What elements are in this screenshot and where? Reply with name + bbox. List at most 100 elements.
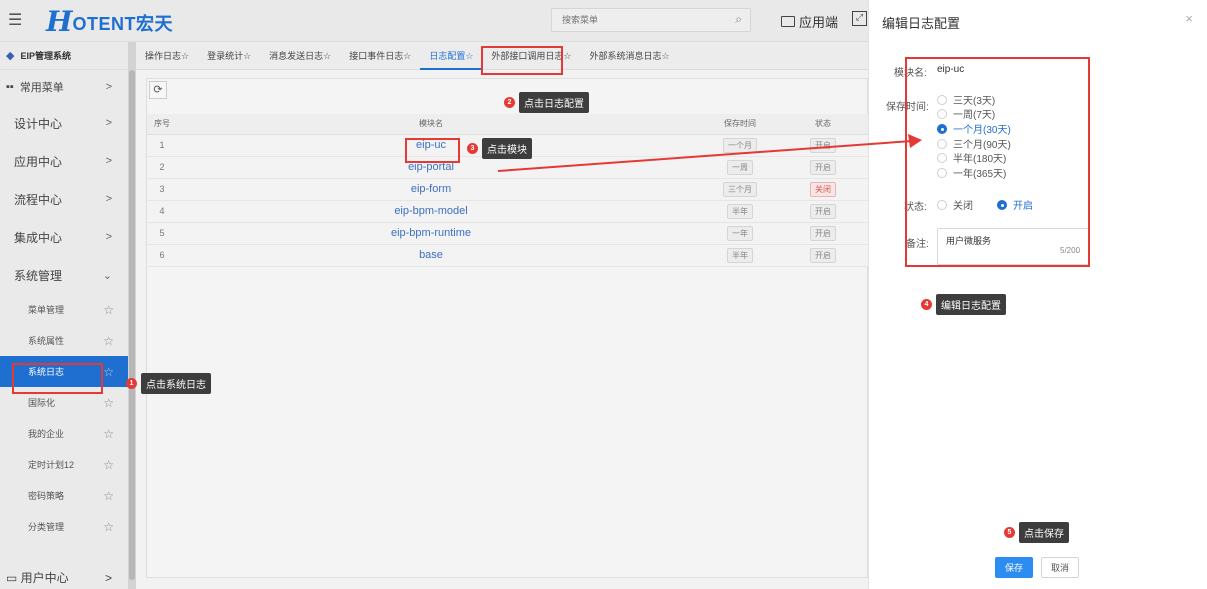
keep-tag: 一年 — [727, 225, 753, 241]
sidebar-scroll-thumb[interactable] — [129, 70, 135, 580]
star-icon[interactable]: ☆ — [103, 365, 114, 379]
keep-tag: 三个月 — [723, 181, 757, 197]
step-text: 点击模块 — [482, 138, 532, 159]
row-index: 3 — [147, 178, 177, 201]
sidebar-group-label: 用户中心 — [20, 571, 69, 585]
hamburger-icon[interactable]: ☰ — [8, 12, 26, 30]
column-header-extra — [851, 114, 868, 135]
table-row[interactable]: 6 base 半年 开启 — [147, 244, 868, 267]
sidebar-group-app[interactable]: 应用中心 > — [0, 142, 128, 180]
refresh-icon[interactable]: ⟳ — [149, 81, 167, 99]
highlight-edit-form — [905, 57, 1090, 267]
sidebar-item-schedule[interactable]: 定时计划12 ☆ — [0, 449, 128, 480]
status-badge: 开启 — [810, 203, 836, 219]
column-header-module: 模块名 — [177, 114, 685, 135]
common-menu-label: 常用菜单 — [19, 82, 64, 94]
sidebar-group-integration[interactable]: 集成中心 > — [0, 218, 128, 256]
menu-search[interactable]: ⌕ — [551, 8, 751, 32]
sidebar-group-label: 设计中心 — [14, 116, 63, 131]
grid-icon: ▪▪ — [6, 81, 14, 93]
sidebar-group-design[interactable]: 设计中心 > — [0, 104, 128, 142]
fullscreen-icon[interactable]: ⤢ — [852, 11, 867, 26]
monitor-icon — [781, 16, 795, 27]
chevron-down-icon: ⌄ — [102, 269, 112, 282]
keep-tag: 半年 — [727, 203, 753, 219]
tab-interface-event-log[interactable]: 接口事件日志☆ — [340, 42, 420, 70]
sidebar-item-label: 国际化 — [28, 398, 56, 408]
status-badge: 开启 — [810, 159, 836, 175]
column-header-keep: 保存时间 — [685, 114, 795, 135]
status-badge: 开启 — [810, 225, 836, 241]
sidebar-item-menu-manage[interactable]: 菜单管理 ☆ — [0, 294, 128, 325]
system-logo-icon: ◆ — [6, 50, 15, 62]
callout-step-1: 1 点击系统日志 — [126, 373, 211, 394]
star-icon[interactable]: ☆ — [103, 489, 114, 503]
tab-log-config[interactable]: 日志配置☆ — [420, 42, 483, 70]
star-icon[interactable]: ☆ — [103, 520, 114, 534]
table-row[interactable]: 3 eip-form 三个月 关闭 — [147, 178, 868, 201]
star-icon[interactable]: ☆ — [103, 396, 114, 410]
step-text: 点击日志配置 — [519, 92, 589, 113]
sidebar-item-label: 我的企业 — [28, 429, 65, 439]
star-icon[interactable]: ☆ — [103, 458, 114, 472]
search-icon[interactable]: ⌕ — [735, 12, 742, 27]
star-icon[interactable]: ☆ — [103, 427, 114, 441]
sidebar: ◆ EIP管理系统 ▪▪ 常用菜单 > 设计中心 > 应用中心 > 流程中心 > … — [0, 42, 128, 589]
app-switch-button[interactable]: 应用端 — [781, 12, 838, 31]
tab-external-message-log[interactable]: 外部系统消息日志☆ — [580, 42, 678, 70]
step-text: 点击系统日志 — [141, 373, 211, 394]
table-row[interactable]: 4 eip-bpm-model 半年 开启 — [147, 200, 868, 223]
callout-step-2: 2 点击日志配置 — [504, 92, 589, 113]
module-link[interactable]: eip-bpm-model — [177, 200, 685, 223]
sidebar-group-label: 系统管理 — [14, 268, 63, 283]
step-text: 点击保存 — [1019, 522, 1069, 543]
callout-step-3: 3 点击模块 — [467, 138, 532, 159]
module-link[interactable]: eip-bpm-runtime — [177, 222, 685, 245]
row-index: 4 — [147, 200, 177, 223]
row-index: 5 — [147, 222, 177, 245]
logo-mark: H — [46, 5, 73, 38]
cancel-button[interactable]: 取消 — [1041, 557, 1079, 578]
close-icon[interactable]: × — [1185, 11, 1193, 26]
top-header: ☰ H OTENT宏天 ⌕ 应用端 ⤢ — [0, 0, 868, 42]
search-input[interactable] — [552, 9, 722, 31]
callout-step-4: 4 编辑日志配置 — [921, 294, 1006, 315]
sidebar-item-system-props[interactable]: 系统属性 ☆ — [0, 325, 128, 356]
sidebar-item-my-company[interactable]: 我的企业 ☆ — [0, 418, 128, 449]
module-link[interactable]: eip-form — [177, 178, 685, 201]
keep-tag: 一周 — [727, 159, 753, 175]
sidebar-group-user-center[interactable]: ▭ 用户中心 > — [0, 566, 128, 589]
save-button[interactable]: 保存 — [995, 557, 1033, 578]
tab-message-log[interactable]: 消息发送日志☆ — [260, 42, 340, 70]
star-icon[interactable]: ☆ — [103, 334, 114, 348]
callout-step-5: 5 点击保存 — [1004, 522, 1069, 543]
sidebar-item-label: 菜单管理 — [28, 305, 65, 315]
row-index: 6 — [147, 244, 177, 267]
sidebar-group-system[interactable]: 系统管理 ⌄ — [0, 256, 128, 294]
sidebar-group-flow[interactable]: 流程中心 > — [0, 180, 128, 218]
row-index: 1 — [147, 134, 177, 157]
system-title[interactable]: ◆ EIP管理系统 — [0, 42, 128, 70]
common-menu[interactable]: ▪▪ 常用菜单 > — [0, 70, 128, 104]
step-number: 2 — [504, 97, 515, 108]
sidebar-group-label: 流程中心 — [14, 192, 63, 207]
highlight-module-link — [405, 138, 460, 163]
module-link[interactable]: base — [177, 244, 685, 267]
tab-login-stats[interactable]: 登录统计☆ — [198, 42, 260, 70]
app-label: 应用端 — [799, 15, 839, 30]
row-index: 2 — [147, 156, 177, 179]
tab-operation-log[interactable]: 操作日志☆ — [136, 42, 198, 70]
logo: H OTENT宏天 — [46, 6, 173, 36]
logo-text: OTENT宏天 — [72, 14, 173, 34]
star-icon[interactable]: ☆ — [103, 303, 114, 317]
chevron-right-icon: > — [105, 193, 112, 205]
chevron-right-icon: > — [105, 81, 112, 93]
sidebar-item-category[interactable]: 分类管理 ☆ — [0, 511, 128, 542]
sidebar-group-label: 应用中心 — [14, 154, 63, 169]
table-row[interactable]: 2 eip-portal 一周 开启 — [147, 156, 868, 179]
highlight-system-log — [12, 363, 103, 394]
sidebar-item-password-policy[interactable]: 密码策略 ☆ — [0, 480, 128, 511]
monitor-icon: ▭ — [6, 571, 21, 585]
table-row[interactable]: 5 eip-bpm-runtime 一年 开启 — [147, 222, 868, 245]
sidebar-item-label: 定时计划12 — [28, 460, 75, 470]
